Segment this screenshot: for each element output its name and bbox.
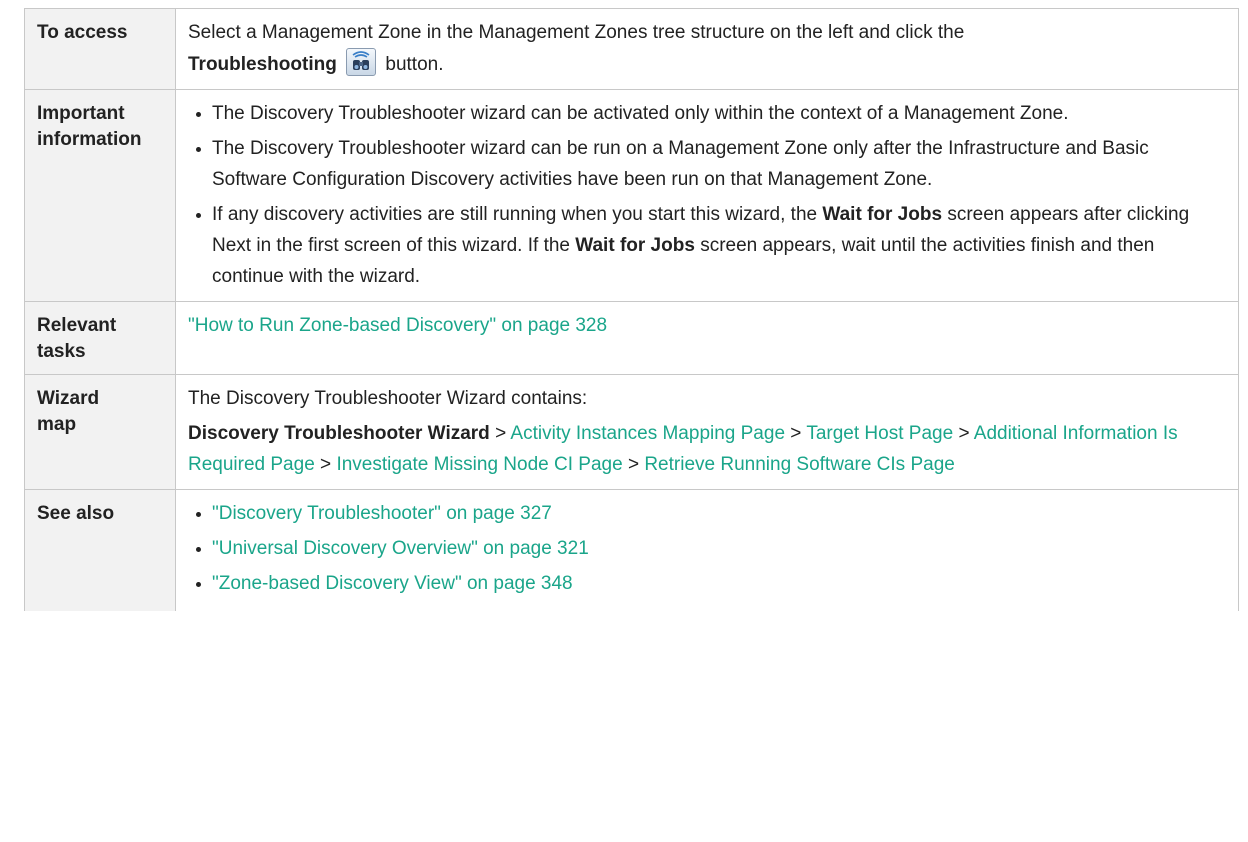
label-text: See also <box>37 503 115 524</box>
target-host-link[interactable]: Target Host Page <box>806 423 953 444</box>
run-zone-based-discovery-link[interactable]: "How to Run Zone-based Discovery" on pag… <box>188 315 607 336</box>
label-text: information <box>37 129 142 150</box>
row-label: Relevant tasks <box>24 301 176 375</box>
separator: > <box>320 454 332 475</box>
label-text: map <box>37 414 77 435</box>
label-text: tasks <box>37 341 86 362</box>
wizard-map-path: Discovery Troubleshooter Wizard > Activi… <box>188 418 1226 480</box>
label-text: Relevant <box>37 315 117 336</box>
label-text: Wizard <box>37 388 100 409</box>
bullet-text: If any discovery activities are still ru… <box>212 204 818 225</box>
zone-based-discovery-view-link[interactable]: "Zone-based Discovery View" on page 348 <box>212 573 573 594</box>
bullet-text: The Discovery Troubleshooter wizard can … <box>212 138 1149 190</box>
important-list: The Discovery Troubleshooter wizard can … <box>188 98 1226 292</box>
list-item: The Discovery Troubleshooter wizard can … <box>196 98 1226 129</box>
see-also-list: "Discovery Troubleshooter" on page 327 "… <box>188 498 1226 599</box>
row-content: "How to Run Zone-based Discovery" on pag… <box>175 301 1239 375</box>
list-item: The Discovery Troubleshooter wizard can … <box>196 133 1226 195</box>
separator: > <box>495 423 507 444</box>
universal-discovery-overview-link[interactable]: "Universal Discovery Overview" on page 3… <box>212 538 589 559</box>
row-content: The Discovery Troubleshooter wizard can … <box>175 89 1239 302</box>
list-item: "Zone-based Discovery View" on page 348 <box>196 568 1226 599</box>
row-wizard-map: Wizard map The Discovery Troubleshooter … <box>24 374 1239 490</box>
access-text: Select a Management Zone in the Manageme… <box>188 22 965 43</box>
row-important-information: Important information The Discovery Trou… <box>24 89 1239 302</box>
retrieve-running-software-link[interactable]: Retrieve Running Software CIs Page <box>644 454 955 475</box>
row-relevant-tasks: Relevant tasks "How to Run Zone-based Di… <box>24 301 1239 375</box>
activity-instances-mapping-link[interactable]: Activity Instances Mapping Page <box>510 423 785 444</box>
row-label: To access <box>24 8 176 90</box>
info-table: To access Select a Management Zone in th… <box>24 8 1239 611</box>
row-label: See also <box>24 489 176 611</box>
access-paragraph: Select a Management Zone in the Manageme… <box>188 17 1226 80</box>
discovery-troubleshooter-link[interactable]: "Discovery Troubleshooter" on page 327 <box>212 503 552 524</box>
bullet-text: The Discovery Troubleshooter wizard can … <box>212 103 1069 124</box>
list-item: "Discovery Troubleshooter" on page 327 <box>196 498 1226 529</box>
row-see-also: See also "Discovery Troubleshooter" on p… <box>24 489 1239 611</box>
access-text-after: button. <box>385 54 444 75</box>
wizard-start: Discovery Troubleshooter Wizard <box>188 423 490 444</box>
row-content: "Discovery Troubleshooter" on page 327 "… <box>175 489 1239 611</box>
wait-for-jobs-term: Wait for Jobs <box>822 204 943 225</box>
list-item: "Universal Discovery Overview" on page 3… <box>196 533 1226 564</box>
wait-for-jobs-term: Wait for Jobs <box>575 235 695 256</box>
investigate-missing-node-ci-link[interactable]: Investigate Missing Node CI Page <box>336 454 622 475</box>
row-content: Select a Management Zone in the Manageme… <box>175 8 1239 90</box>
label-text: To access <box>37 22 128 43</box>
troubleshooting-button-label: Troubleshooting <box>188 54 337 75</box>
row-to-access: To access Select a Management Zone in th… <box>24 8 1239 90</box>
wizard-intro: The Discovery Troubleshooter Wizard cont… <box>188 388 588 409</box>
row-content: The Discovery Troubleshooter Wizard cont… <box>175 374 1239 490</box>
separator: > <box>790 423 802 444</box>
separator: > <box>627 454 640 475</box>
separator: > <box>958 423 970 444</box>
row-label: Important information <box>24 89 176 302</box>
row-label: Wizard map <box>24 374 176 490</box>
list-item: If any discovery activities are still ru… <box>196 199 1226 292</box>
label-text: Important <box>37 103 125 124</box>
troubleshooting-binoculars-icon <box>346 48 377 76</box>
